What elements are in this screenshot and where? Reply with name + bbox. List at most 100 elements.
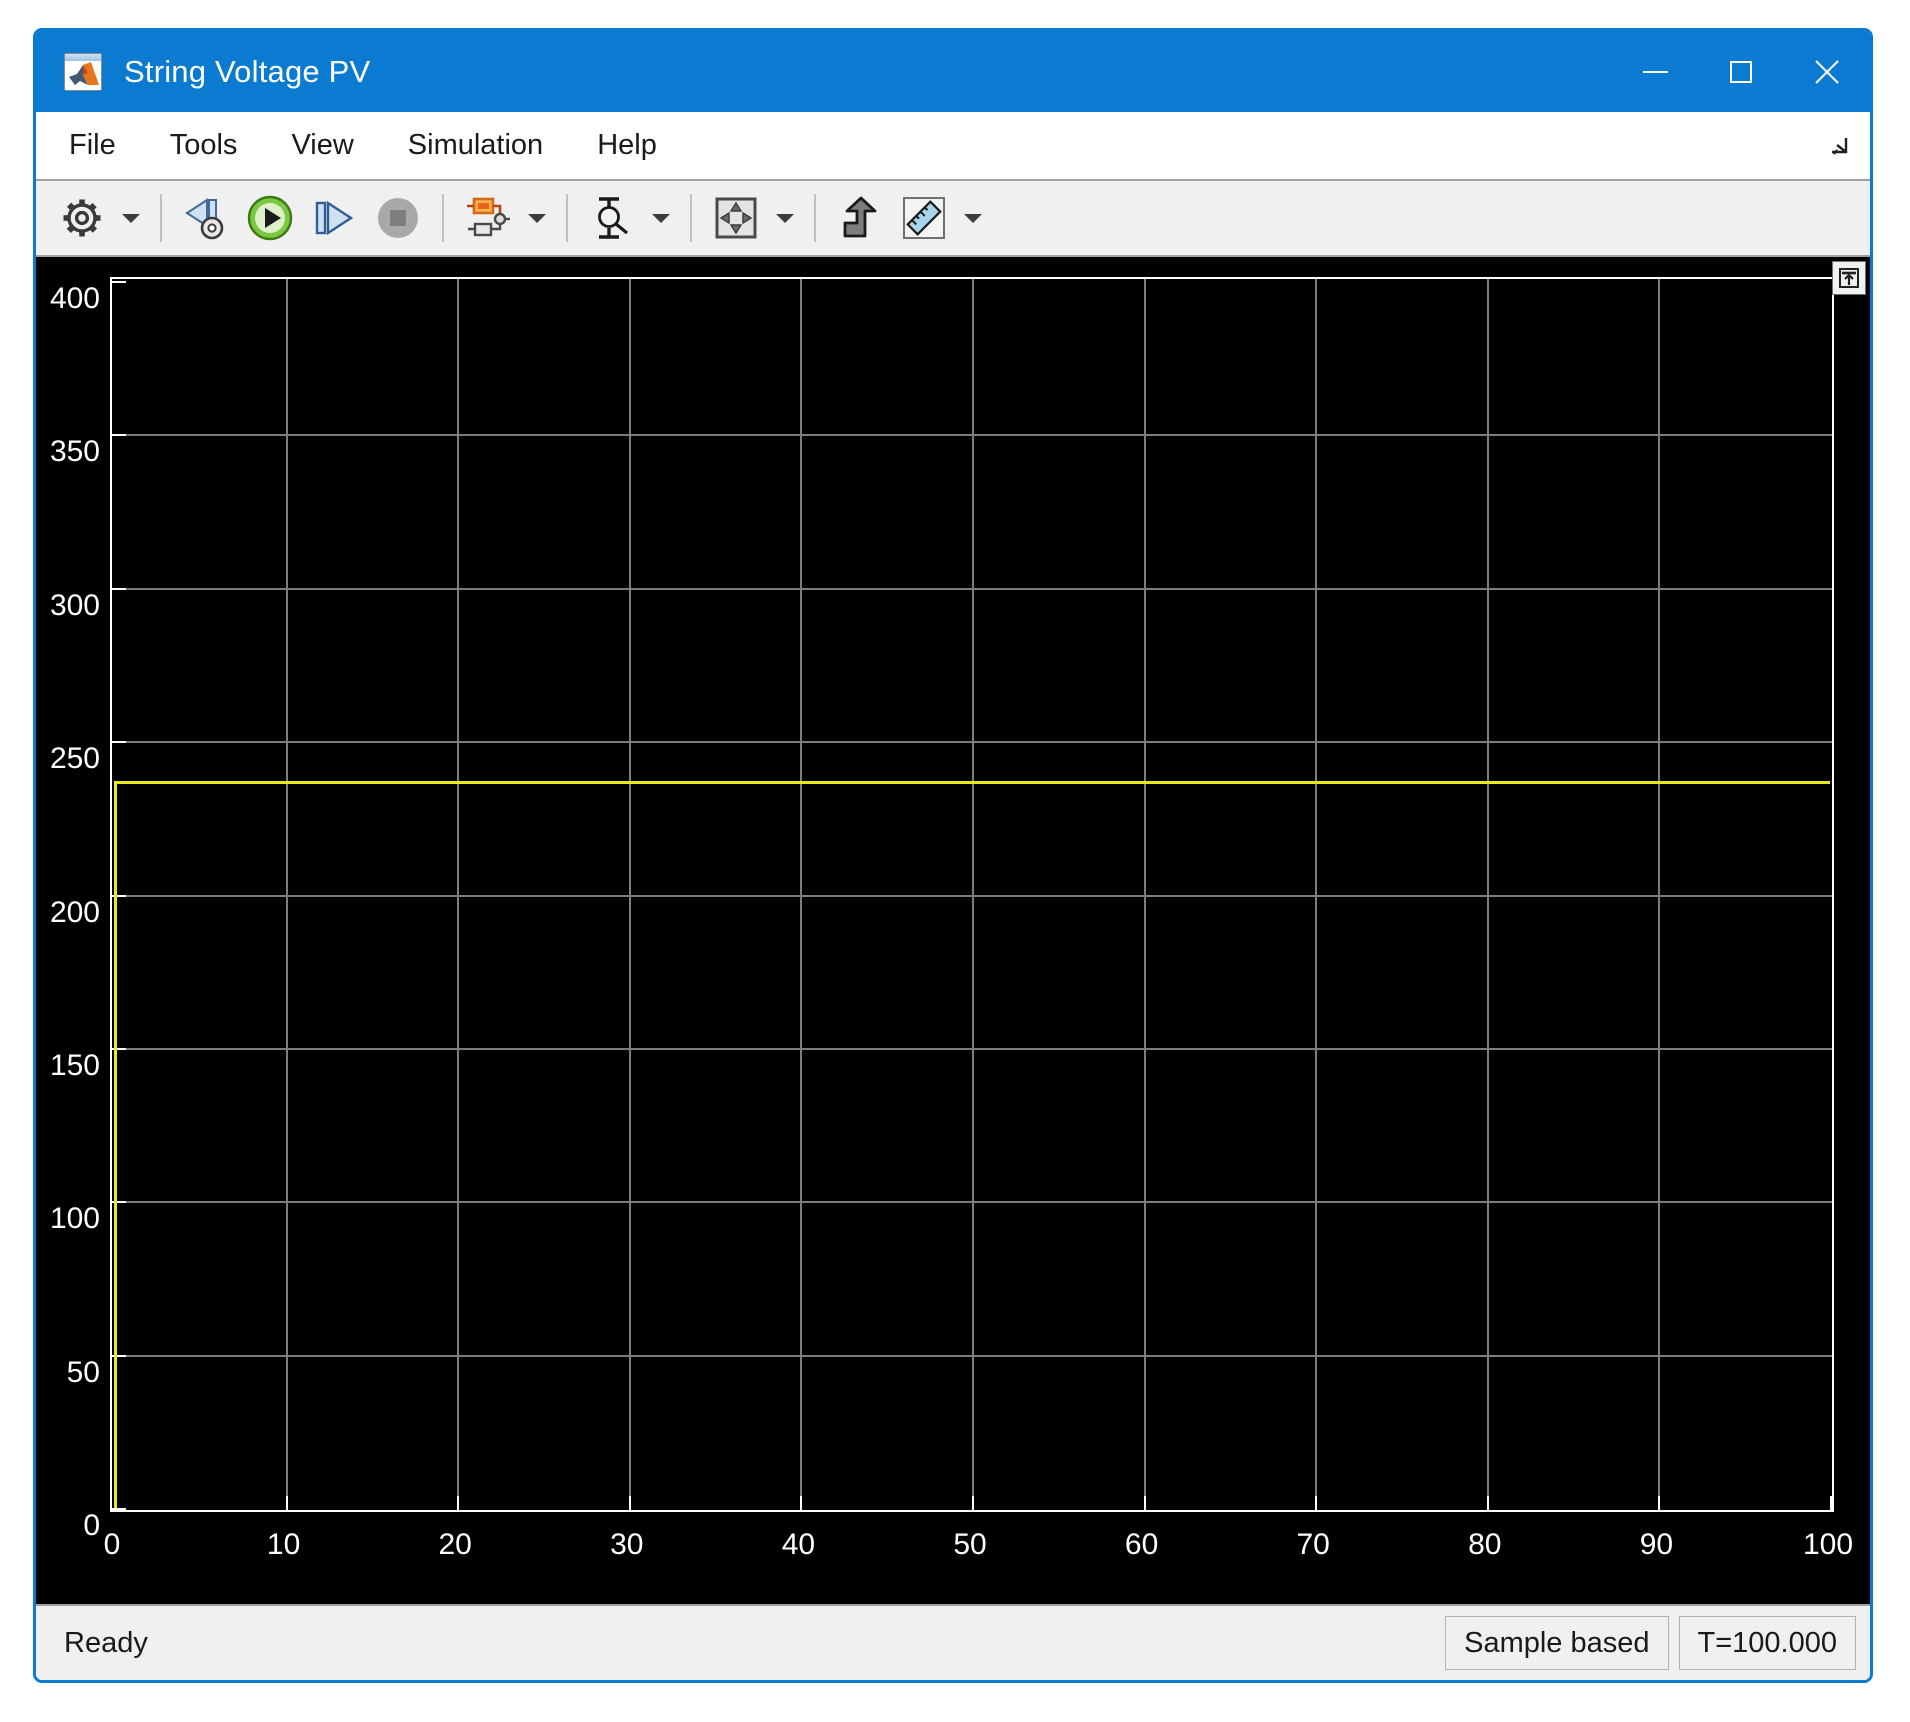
minimize-button[interactable] [1612,31,1698,112]
chevron-down-icon [528,214,546,223]
signal-trace [800,781,972,784]
cursor-measurements-dropdown[interactable] [644,187,678,249]
x-axis-label: 60 [1125,1528,1158,1562]
menu-view[interactable]: View [270,123,374,168]
block-diagram-icon [463,194,513,242]
status-message: Ready [50,1627,1435,1660]
plot-axes [110,277,1834,1512]
toolbar-separator [690,194,692,242]
menu-simulation[interactable]: Simulation [387,123,564,168]
autoscale-dropdown[interactable] [768,187,802,249]
maximize-icon [1730,61,1752,83]
grid-line-horizontal [112,588,1832,590]
x-axis-labels: 0102030405060708090100 [110,1528,1834,1570]
y-axis-tick [112,741,126,743]
grid-line-horizontal [112,895,1832,897]
x-axis-tick [1487,1496,1489,1510]
cursor-measurements-button[interactable] [580,186,644,250]
expand-arrow-icon[interactable] [1822,130,1852,160]
x-axis-tick [972,1496,974,1510]
measurements-dropdown[interactable] [956,187,990,249]
step-back-icon [181,195,231,241]
chevron-down-icon [964,214,982,223]
autoscale-button[interactable] [704,186,768,250]
menu-tools[interactable]: Tools [149,123,259,168]
play-icon [246,194,294,242]
y-axis-tick [112,434,126,436]
grid-line-horizontal [112,434,1832,436]
matlab-membrane-glyph [68,61,100,89]
chevron-down-icon [652,214,670,223]
stop-icon [374,194,422,242]
matlab-icon [64,53,102,91]
signal-trace [457,781,629,784]
maximize-button[interactable] [1698,31,1784,112]
signal-trace [286,781,458,784]
status-bar: Ready Sample based T=100.000 [36,1604,1870,1680]
y-axis-tick [112,588,126,590]
y-axis-label: 300 [50,589,100,623]
grid-line-horizontal [112,1355,1832,1357]
x-axis-label: 10 [267,1528,300,1562]
window-controls [1612,31,1870,112]
scope-plot-area[interactable]: 050100150200250300350400 010203040506070… [36,257,1870,1604]
y-axis-label: 350 [50,435,100,469]
signal-trace [1487,781,1659,784]
y-axis-label: 250 [50,742,100,776]
menu-file[interactable]: File [48,123,137,168]
step-back-button[interactable] [174,186,238,250]
run-button[interactable] [238,186,302,250]
x-axis-label: 40 [782,1528,815,1562]
menu-help[interactable]: Help [576,123,678,168]
signal-trace [1658,781,1830,784]
x-axis-label: 20 [439,1528,472,1562]
scope-window: String Voltage PV File Tools View S [33,28,1873,1683]
signal-trace [1144,781,1316,784]
signal-trace [114,781,117,1508]
minimize-icon [1643,71,1668,73]
toolbar-separator [160,194,162,242]
chevron-down-icon [776,214,794,223]
y-axis-label: 100 [50,1202,100,1236]
menu-bar: File Tools View Simulation Help [36,112,1870,179]
stop-button[interactable] [366,186,430,250]
ruler-icon [900,194,948,242]
signal-trace [972,781,1144,784]
highlight-signal-button[interactable] [828,186,892,250]
y-axis-label: 50 [67,1356,100,1390]
window-title: String Voltage PV [124,54,370,90]
toolbar-separator [566,194,568,242]
y-axis-label: 400 [50,282,100,316]
configuration-properties-button[interactable] [50,186,114,250]
step-forward-icon [310,195,358,241]
toolbar [36,179,1870,257]
title-bar: String Voltage PV [36,31,1870,112]
close-button[interactable] [1784,31,1870,112]
x-axis-tick [1658,1496,1660,1510]
undock-icon [1837,266,1861,290]
arrow-up-step-icon [837,195,883,241]
expand-arrow-glyph [1824,132,1850,158]
toolbar-separator [442,194,444,242]
y-axis-labels: 050100150200250300350400 [36,277,100,1512]
close-icon [1813,58,1841,86]
simulink-model-dropdown[interactable] [520,187,554,249]
signal-trace [114,781,286,784]
grid-line-horizontal [112,1048,1832,1050]
y-axis-label: 200 [50,896,100,930]
step-forward-button[interactable] [302,186,366,250]
matlab-icon-cap [65,54,101,61]
x-axis-tick [1830,1496,1832,1510]
configuration-properties-dropdown[interactable] [114,187,148,249]
x-axis-label: 100 [1803,1528,1853,1562]
fit-to-view-icon [712,194,760,242]
signal-trace [629,781,801,784]
x-axis-tick [800,1496,802,1510]
status-sample-mode: Sample based [1445,1616,1668,1670]
simulink-model-button[interactable] [456,186,520,250]
gear-icon [59,195,105,241]
measurements-button[interactable] [892,186,956,250]
undock-button[interactable] [1832,261,1866,295]
signal-trace [1315,781,1487,784]
grid-line-horizontal [112,741,1832,743]
